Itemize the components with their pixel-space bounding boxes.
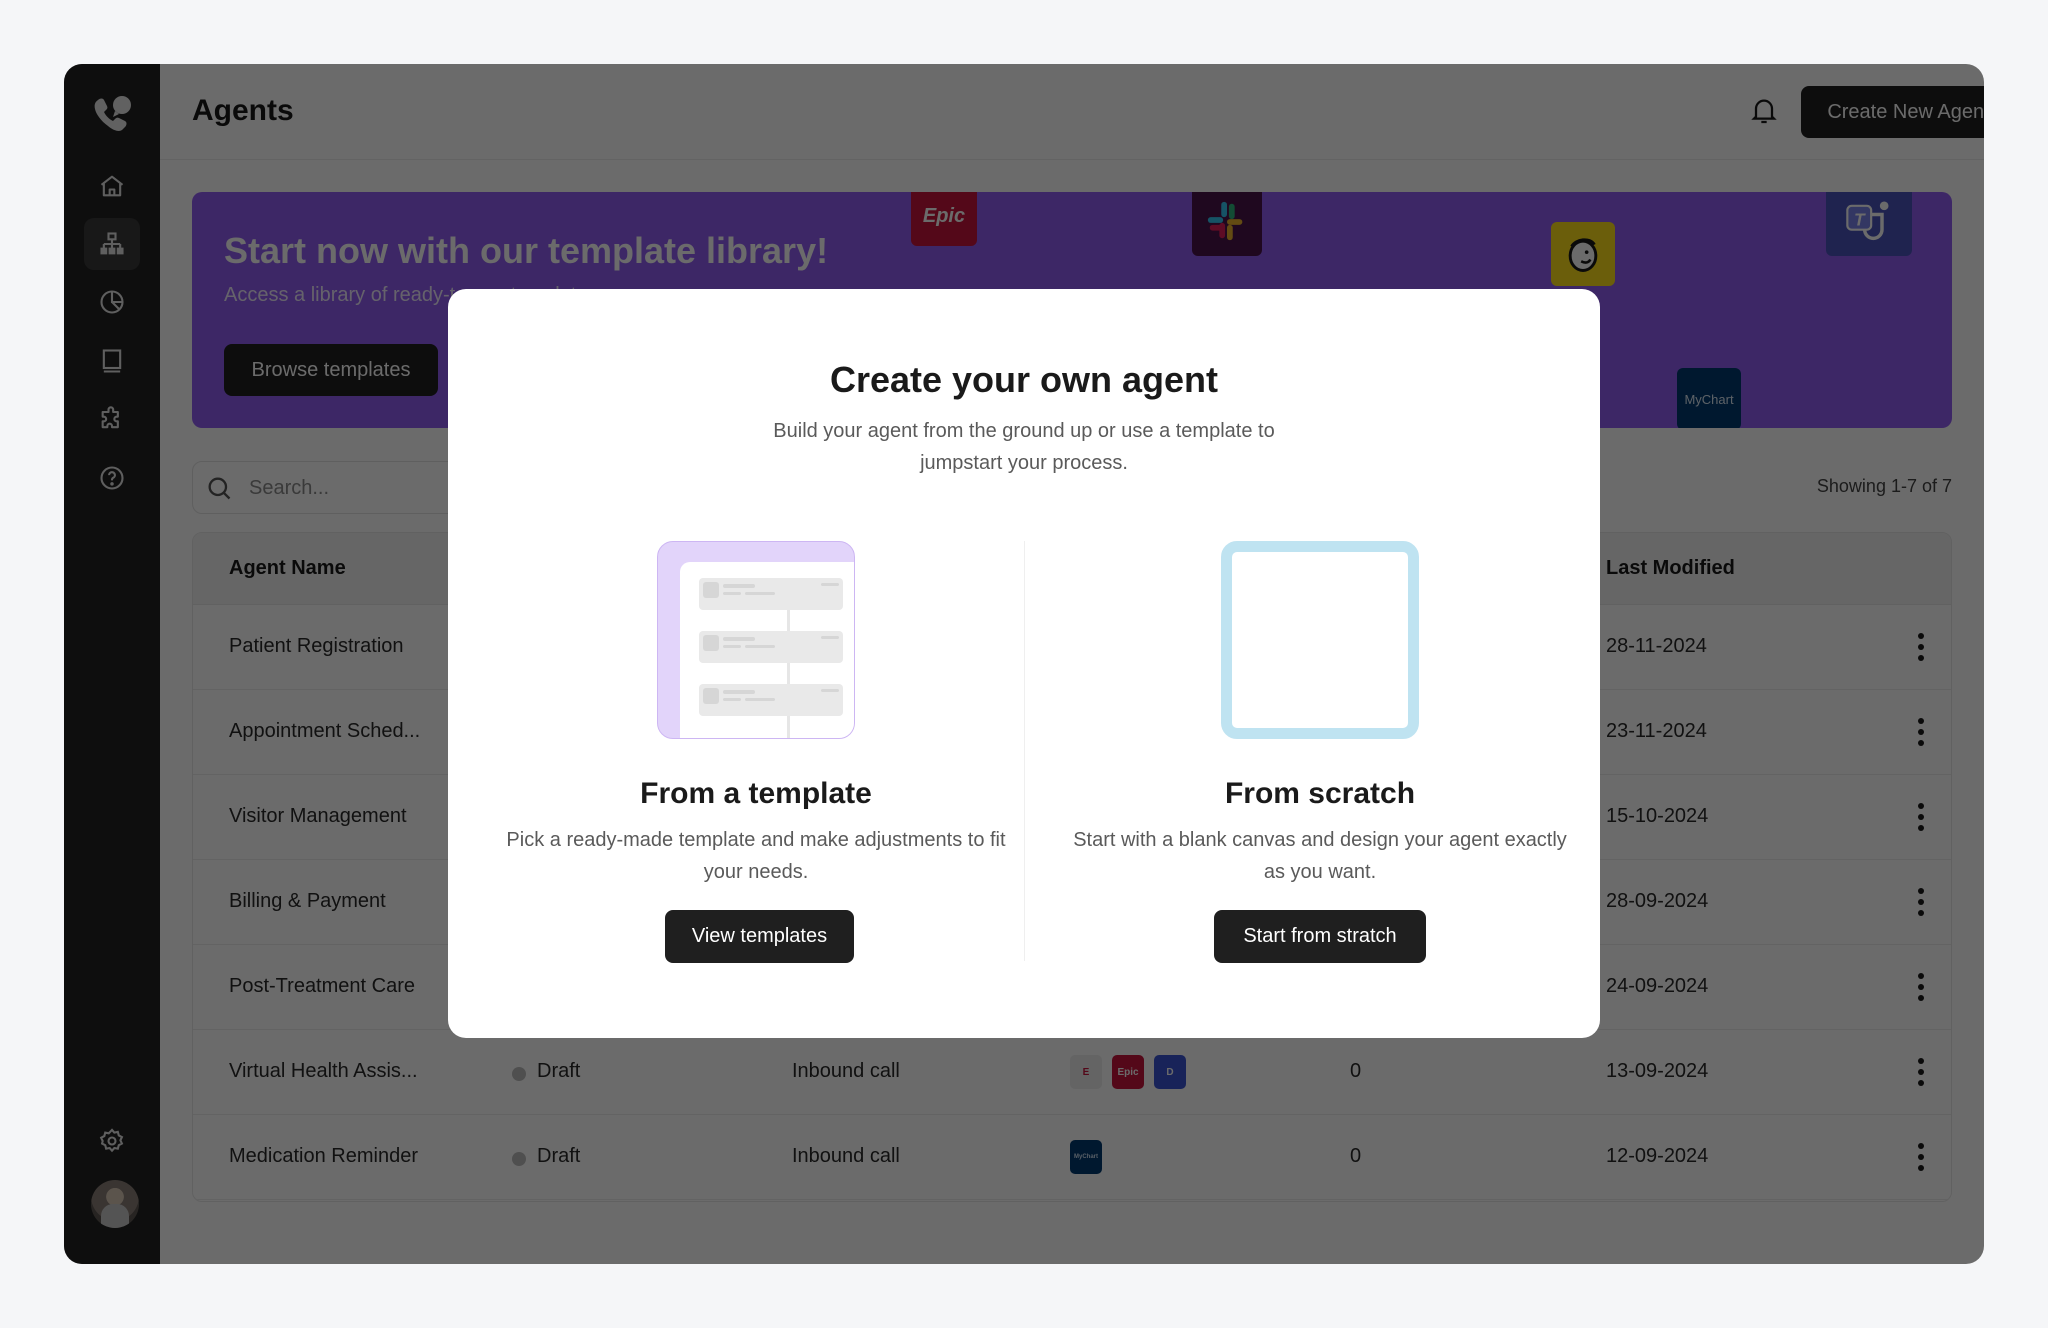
template-illustration-icon	[657, 541, 855, 739]
start-from-scratch-button[interactable]: Start from stratch	[1214, 910, 1426, 963]
option-title: From scratch	[1224, 777, 1416, 810]
blank-canvas-illustration-icon	[1221, 541, 1419, 739]
modal-title: Create your own agent	[829, 359, 1219, 400]
create-agent-modal: Create your own agent Build your agent f…	[448, 289, 1600, 1038]
option-title: From a template	[640, 777, 872, 810]
modal-subtitle: Build your agent from the ground up or u…	[773, 420, 1275, 474]
option-description: Pick a ready-made template and make adju…	[506, 829, 1006, 883]
modal-divider	[1024, 541, 1025, 961]
option-description: Start with a blank canvas and design you…	[1073, 829, 1567, 883]
view-templates-button[interactable]: View templates	[665, 910, 854, 963]
